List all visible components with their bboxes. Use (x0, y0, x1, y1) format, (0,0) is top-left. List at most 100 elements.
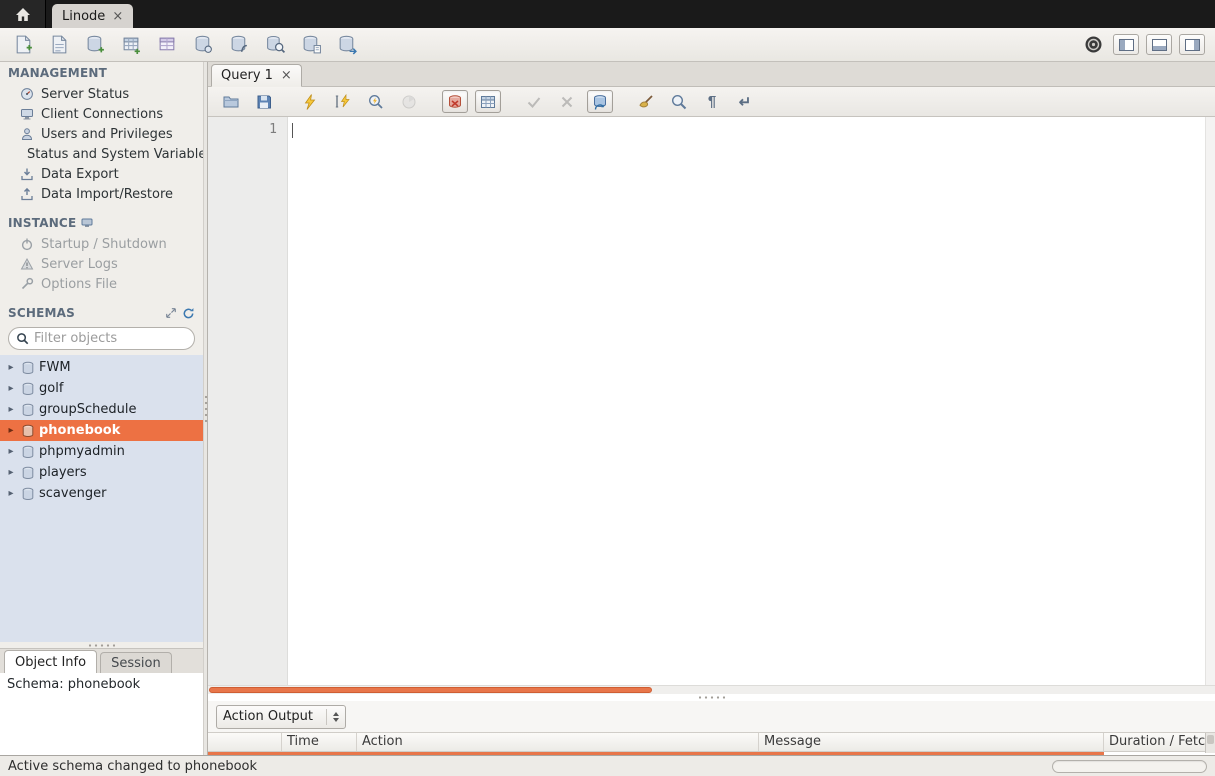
main-splitter[interactable] (203, 62, 208, 755)
info-tabbar: Object Info Session (0, 648, 203, 673)
expander-icon[interactable] (5, 404, 17, 415)
expander-icon[interactable] (5, 488, 17, 499)
schema-row-fwm[interactable]: FWM (0, 357, 203, 378)
new-view-button[interactable] (154, 32, 180, 58)
open-script-button[interactable] (218, 90, 244, 113)
toggle-right-panel-button[interactable] (1179, 34, 1205, 55)
expander-icon[interactable] (5, 362, 17, 373)
close-icon[interactable]: × (112, 10, 123, 23)
schema-row-scavenger[interactable]: scavenger (0, 483, 203, 504)
query-tabbar: Query 1 × (208, 62, 1215, 87)
schema-row-phonebook[interactable]: phonebook (0, 420, 203, 441)
expander-icon[interactable] (5, 446, 17, 457)
new-query-tab-button[interactable] (10, 32, 36, 58)
editor-vertical-scrollbar[interactable] (1205, 117, 1215, 685)
find-in-script-button[interactable] (666, 90, 692, 113)
toggle-left-panel-button[interactable] (1113, 34, 1139, 55)
status-circle-button[interactable] (1080, 32, 1106, 58)
sidebar-item-options-file[interactable]: Options File (0, 274, 203, 294)
scrollbar-thumb[interactable] (209, 687, 652, 693)
toggle-word-wrap-button[interactable] (732, 90, 758, 113)
output-splitter[interactable] (208, 694, 1215, 701)
sidebar-item-label: Startup / Shutdown (41, 237, 167, 252)
sidebar-item-server-status[interactable]: Server Status (0, 84, 203, 104)
schema-row-groupschedule[interactable]: groupSchedule (0, 399, 203, 420)
output-vertical-scrollbar[interactable] (1205, 733, 1215, 753)
schema-row-players[interactable]: players (0, 462, 203, 483)
schema-name: scavenger (39, 486, 106, 501)
schema-name: groupSchedule (39, 402, 137, 417)
sidebar-item-server-logs[interactable]: Server Logs (0, 254, 203, 274)
toggle-autocommit-button[interactable] (587, 90, 613, 113)
new-function-button[interactable] (226, 32, 252, 58)
column-time[interactable]: Time (282, 733, 357, 751)
expand-schemas-icon[interactable] (165, 307, 177, 319)
new-stored-procedure-button[interactable] (190, 32, 216, 58)
open-script-icon (222, 93, 240, 111)
sidebar-item-data-export[interactable]: Data Export (0, 164, 203, 184)
sidebar-item-startup-shutdown[interactable]: Startup / Shutdown (0, 234, 203, 254)
stop-on-error-icon (446, 93, 464, 111)
sql-code-area[interactable] (288, 117, 1205, 685)
close-icon[interactable]: × (281, 69, 292, 82)
object-info-text: Schema: phonebook (7, 677, 140, 692)
schema-filter-input[interactable] (34, 331, 187, 346)
schemas-title: SCHEMAS (8, 306, 75, 320)
autocommit-icon (591, 93, 609, 111)
expander-icon[interactable] (5, 425, 17, 436)
schema-icon (21, 424, 35, 438)
connection-tab[interactable]: Linode × (52, 4, 133, 28)
column-status[interactable] (208, 733, 282, 751)
stop-execution-button[interactable] (396, 90, 422, 113)
column-message[interactable]: Message (759, 733, 1104, 751)
search-table-data-button[interactable] (262, 32, 288, 58)
sidebar-item-status-variables[interactable]: Status and System Variables (0, 144, 203, 164)
execute-script-button[interactable] (297, 90, 323, 113)
main-panel: Query 1 × (208, 62, 1215, 755)
execute-current-statement-button[interactable] (330, 90, 356, 113)
editor-horizontal-scrollbar[interactable] (208, 685, 1215, 694)
reconnect-dbms-button[interactable] (334, 32, 360, 58)
server-logs-icon (20, 257, 34, 271)
save-script-button[interactable] (251, 90, 277, 113)
tab-session[interactable]: Session (100, 652, 172, 673)
search-icon (16, 332, 29, 345)
expander-icon[interactable] (5, 383, 17, 394)
tab-object-info[interactable]: Object Info (4, 650, 97, 673)
tab-query-1[interactable]: Query 1 × (211, 64, 302, 87)
expander-icon[interactable] (5, 467, 17, 478)
data-import-icon (20, 187, 34, 201)
home-tab[interactable] (0, 0, 46, 28)
column-duration[interactable]: Duration / Fetch (1104, 733, 1215, 751)
beautify-icon (637, 93, 655, 111)
rollback-transaction-button[interactable] (554, 90, 580, 113)
line-number-gutter: 1 (208, 117, 288, 685)
schema-row-golf[interactable]: golf (0, 378, 203, 399)
column-action[interactable]: Action (357, 733, 759, 751)
output-type-value: Action Output (223, 709, 313, 724)
toggle-invisible-characters-button[interactable] (699, 90, 725, 113)
sidebar-item-label: Data Export (41, 167, 119, 182)
sidebar-item-users-privileges[interactable]: Users and Privileges (0, 124, 203, 144)
schema-inspector-button[interactable] (298, 32, 324, 58)
sql-editor-toolbar (208, 87, 1215, 117)
refresh-schemas-icon[interactable] (182, 307, 195, 320)
sidebar-item-client-connections[interactable]: Client Connections (0, 104, 203, 124)
schema-filter-box (8, 327, 195, 350)
new-table-button[interactable] (118, 32, 144, 58)
limit-rows-button[interactable] (475, 90, 501, 113)
rollback-icon (558, 93, 576, 111)
open-sql-script-button[interactable] (46, 32, 72, 58)
connection-tab-label: Linode (62, 9, 105, 24)
commit-transaction-button[interactable] (521, 90, 547, 113)
beautify-script-button[interactable] (633, 90, 659, 113)
progress-indicator (1052, 760, 1207, 773)
schema-row-phpmyadmin[interactable]: phpmyadmin (0, 441, 203, 462)
sidebar-item-data-import[interactable]: Data Import/Restore (0, 184, 203, 204)
new-schema-button[interactable] (82, 32, 108, 58)
toggle-output-panel-button[interactable] (1146, 34, 1172, 55)
schema-filter-row (0, 324, 203, 355)
output-type-select[interactable]: Action Output (216, 705, 346, 729)
toggle-stop-on-error-button[interactable] (442, 90, 468, 113)
explain-plan-button[interactable] (363, 90, 389, 113)
